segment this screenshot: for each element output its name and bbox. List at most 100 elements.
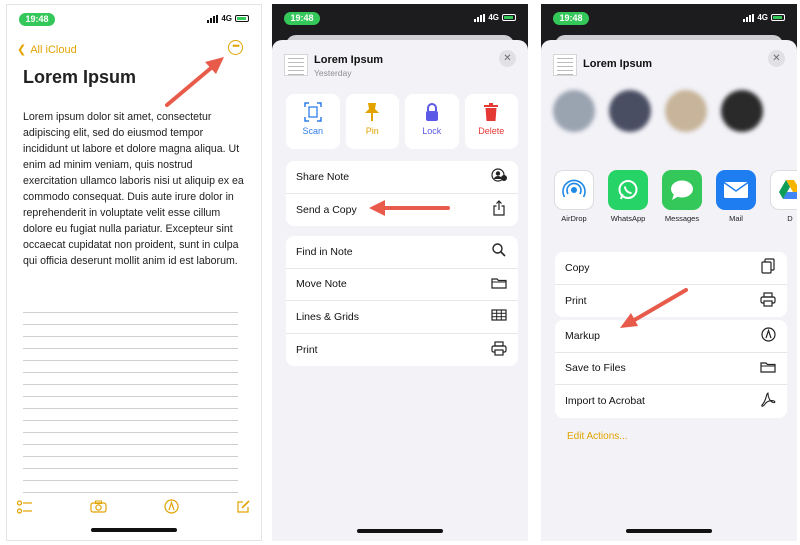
contact-suggestions [553,90,797,160]
status-bar: 19:48 4G [541,4,797,32]
share-apps-row: AirDrop WhatsApp Messages Mail D [553,170,797,230]
contact-avatar[interactable] [553,90,595,132]
signal-icon [207,14,219,23]
delete-button[interactable]: Delete [464,94,519,149]
markup-pen-icon [759,327,777,345]
whatsapp-app[interactable]: WhatsApp [607,170,649,230]
grid-icon [490,309,508,324]
status-bar: 19:48 4G [7,5,261,33]
status-indicators: 4G [207,14,249,23]
mail-icon [716,170,756,210]
copy-label: Copy [565,261,590,274]
sheet-title: Lorem Ipsum [583,58,653,70]
chevron-left-icon: ❮ [17,44,27,56]
printer-icon [490,341,508,359]
home-indicator [357,529,443,533]
share-sheet-screen: 19:48 4G Lorem Ipsum ✕ AirDrop WhatsApp … [541,4,797,541]
actions-group: Copy Print [555,252,787,317]
markup-label: Markup [565,329,601,342]
camera-icon[interactable] [90,500,107,516]
back-button[interactable]: ❮ All iCloud [17,43,77,57]
airdrop-icon [554,170,594,210]
markup-item[interactable]: Markup [555,320,787,353]
home-indicator [626,529,712,533]
options-sheet: Lorem Ipsum Yesterday ✕ Scan Pin Lock De… [272,40,528,541]
checklist-icon[interactable] [16,499,33,517]
trash-icon [465,102,519,124]
ruled-lines [23,301,238,493]
copy-icon [759,258,777,277]
note-toolbar [16,499,251,517]
edit-actions-link[interactable]: Edit Actions... [567,431,628,442]
lock-icon [405,102,459,124]
status-bar: 19:48 4G [272,4,528,32]
copy-item[interactable]: Copy [555,252,787,285]
lock-button[interactable]: Lock [405,94,459,149]
quick-actions: Scan Pin Lock Delete [286,94,518,149]
signal-icon [743,13,755,22]
delete-label: Delete [478,126,505,136]
network-label: 4G [757,13,768,22]
share-note-item[interactable]: Share Note [286,161,518,194]
airdrop-app[interactable]: AirDrop [553,170,595,230]
network-label: 4G [488,13,499,22]
find-in-note-label: Find in Note [296,245,353,258]
signal-icon [474,13,486,22]
print-label: Print [565,294,587,307]
sheet-subtitle: Yesterday [314,68,352,78]
notes-editor-screen: 19:48 4G ❮ All iCloud ••• Lorem Ipsum Lo… [6,4,262,541]
import-to-acrobat-item[interactable]: Import to Acrobat [555,385,787,418]
compose-icon[interactable] [236,499,251,517]
share-note-label: Share Note [296,170,350,183]
pin-button[interactable]: Pin [345,94,399,149]
folder-icon [759,361,777,376]
more-actions-group: Markup Save to Files Import to Acrobat [555,320,787,418]
mail-label: Mail [729,214,743,223]
close-icon[interactable]: ✕ [499,50,516,67]
save-to-files-label: Save to Files [565,362,626,375]
mail-app[interactable]: Mail [715,170,757,230]
find-in-note-item[interactable]: Find in Note [286,236,518,269]
airdrop-label: AirDrop [561,214,587,223]
note-title[interactable]: Lorem Ipsum [23,67,136,88]
move-note-item[interactable]: Move Note [286,269,518,301]
pin-label: Pin [365,126,379,136]
markup-pen-icon[interactable] [164,499,179,517]
messages-icon [662,170,702,210]
back-label: All iCloud [30,43,77,56]
home-indicator [91,528,177,532]
note-thumbnail [284,54,308,76]
scan-button[interactable]: Scan [286,94,340,149]
scan-doc-icon [286,102,340,124]
status-time: 19:48 [284,12,320,25]
status-indicators: 4G [474,13,516,22]
print-item[interactable]: Print [286,334,518,367]
contact-avatar[interactable] [665,90,707,132]
status-time: 19:48 [553,12,589,25]
share-sheet: Lorem Ipsum ✕ AirDrop WhatsApp Messages … [541,40,797,541]
lines-grids-item[interactable]: Lines & Grids [286,301,518,334]
status-time: 19:48 [19,13,55,26]
lines-grids-label: Lines & Grids [296,310,360,323]
note-thumbnail [553,54,577,76]
ellipsis-circle-icon[interactable]: ••• [228,40,243,55]
drive-app[interactable]: D [769,170,797,230]
close-icon[interactable]: ✕ [768,50,785,67]
contact-avatar[interactable] [609,90,651,132]
save-to-files-item[interactable]: Save to Files [555,353,787,385]
share-group: Share Note Send a Copy [286,161,518,226]
magnifier-icon [490,243,508,260]
contact-avatar[interactable] [721,90,763,132]
status-indicators: 4G [743,13,785,22]
acrobat-icon [759,392,777,411]
battery-icon [502,14,516,21]
print-item[interactable]: Print [555,285,787,318]
scan-label: Scan [302,126,323,136]
send-copy-item[interactable]: Send a Copy [286,194,518,227]
folder-icon [490,277,508,292]
note-tools-group: Find in Note Move Note Lines & Grids Pri… [286,236,518,366]
share-icon [490,200,508,219]
note-body[interactable]: Lorem ipsum dolor sit amet, consectetur … [23,109,249,269]
messages-app[interactable]: Messages [661,170,703,230]
drive-icon [770,170,797,210]
